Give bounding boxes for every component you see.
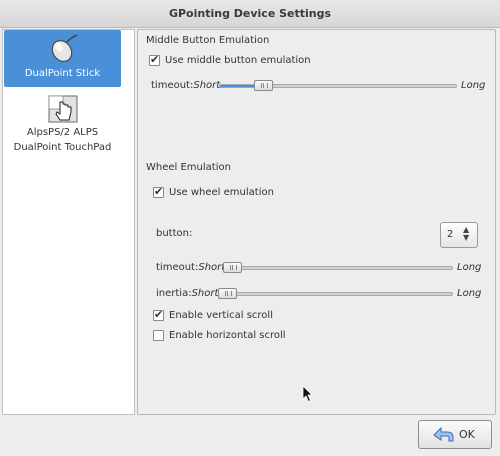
- wheel-button-value: 2: [447, 229, 454, 240]
- spin-arrows-icon[interactable]: ▲ ▼: [463, 226, 469, 242]
- mouse-cursor-icon: [302, 385, 313, 403]
- checkbox-box[interactable]: [153, 330, 164, 341]
- wheel-inertia-slider-handle[interactable]: [218, 288, 237, 299]
- window-title: GPointing Device Settings: [0, 0, 500, 28]
- wheel-timeout-slider[interactable]: [223, 266, 453, 270]
- checkbox-label: Enable horizontal scroll: [169, 330, 286, 341]
- middle-button-section-title: Middle Button Emulation: [146, 35, 270, 46]
- wheel-button-label: button:: [156, 228, 193, 239]
- wheel-timeout-slider-row: timeout:Short Long: [156, 261, 494, 275]
- middle-timeout-label-text: timeout:: [151, 80, 194, 91]
- device-item-dualpoint-stick[interactable]: DualPoint Stick: [4, 30, 121, 87]
- wheel-timeout-min-label: Short: [198, 262, 226, 273]
- middle-timeout-slider-row: timeout:Short Long: [151, 79, 489, 93]
- apply-arrow-icon: [433, 426, 454, 442]
- settings-panel: Middle Button Emulation ✔ Use middle but…: [137, 29, 496, 415]
- wheel-inertia-slider-row: inertia:Short Long: [156, 287, 494, 301]
- wheel-timeout-slider-handle[interactable]: [223, 262, 242, 273]
- device-label: AlpsPS/2 ALPS DualPoint TouchPad: [13, 127, 112, 153]
- grip-icon: [225, 291, 232, 296]
- settings-window: GPointing Device Settings DualPoint Stic…: [0, 0, 500, 456]
- check-mark-icon: ✔: [154, 308, 164, 321]
- middle-timeout-label: timeout:Short: [151, 79, 220, 93]
- ok-button-label: OK: [459, 428, 475, 441]
- device-label: DualPoint Stick: [24, 68, 101, 79]
- ok-button[interactable]: OK: [418, 420, 492, 449]
- wheel-inertia-min-label: Short: [191, 288, 219, 299]
- vertical-scroll-checkbox[interactable]: ✔ Enable vertical scroll: [153, 308, 353, 323]
- wheel-inertia-label: inertia:Short: [156, 287, 218, 301]
- middle-button-emulation-checkbox[interactable]: ✔ Use middle button emulation: [149, 53, 349, 68]
- wheel-inertia-slider[interactable]: [218, 292, 453, 296]
- middle-timeout-max-label: Long: [461, 80, 486, 91]
- middle-timeout-slider-handle[interactable]: [254, 80, 273, 91]
- checkbox-box[interactable]: ✔: [149, 53, 160, 66]
- wheel-timeout-label-text: timeout:: [156, 262, 199, 273]
- check-mark-icon: ✔: [154, 185, 164, 198]
- checkbox-box[interactable]: ✔: [153, 308, 164, 321]
- middle-timeout-min-label: Short: [193, 80, 221, 91]
- wheel-button-spinner[interactable]: 2 ▲ ▼: [440, 222, 478, 248]
- checkbox-label: Enable vertical scroll: [169, 310, 273, 321]
- wheel-timeout-label: timeout:Short: [156, 261, 225, 275]
- device-item-touchpad[interactable]: AlpsPS/2 ALPS DualPoint TouchPad: [4, 91, 121, 161]
- checkbox-label: Use middle button emulation: [165, 55, 311, 66]
- checkbox-label: Use wheel emulation: [169, 187, 274, 198]
- check-mark-icon: ✔: [150, 53, 160, 66]
- wheel-timeout-max-label: Long: [457, 262, 482, 273]
- wheel-inertia-max-label: Long: [457, 288, 482, 299]
- wheel-emulation-checkbox[interactable]: ✔ Use wheel emulation: [153, 185, 353, 200]
- device-list: DualPoint Stick AlpsPS/2 ALPS DualPoint …: [2, 29, 135, 415]
- grip-icon: [261, 83, 268, 88]
- checkbox-box[interactable]: ✔: [153, 185, 164, 198]
- wheel-inertia-label-text: inertia:: [156, 288, 192, 299]
- wheel-section-title: Wheel Emulation: [146, 162, 231, 173]
- touchpad-hand-icon: [48, 95, 78, 123]
- grip-icon: [230, 265, 237, 270]
- mouse-icon: [51, 34, 78, 62]
- horizontal-scroll-checkbox[interactable]: Enable horizontal scroll: [153, 329, 353, 343]
